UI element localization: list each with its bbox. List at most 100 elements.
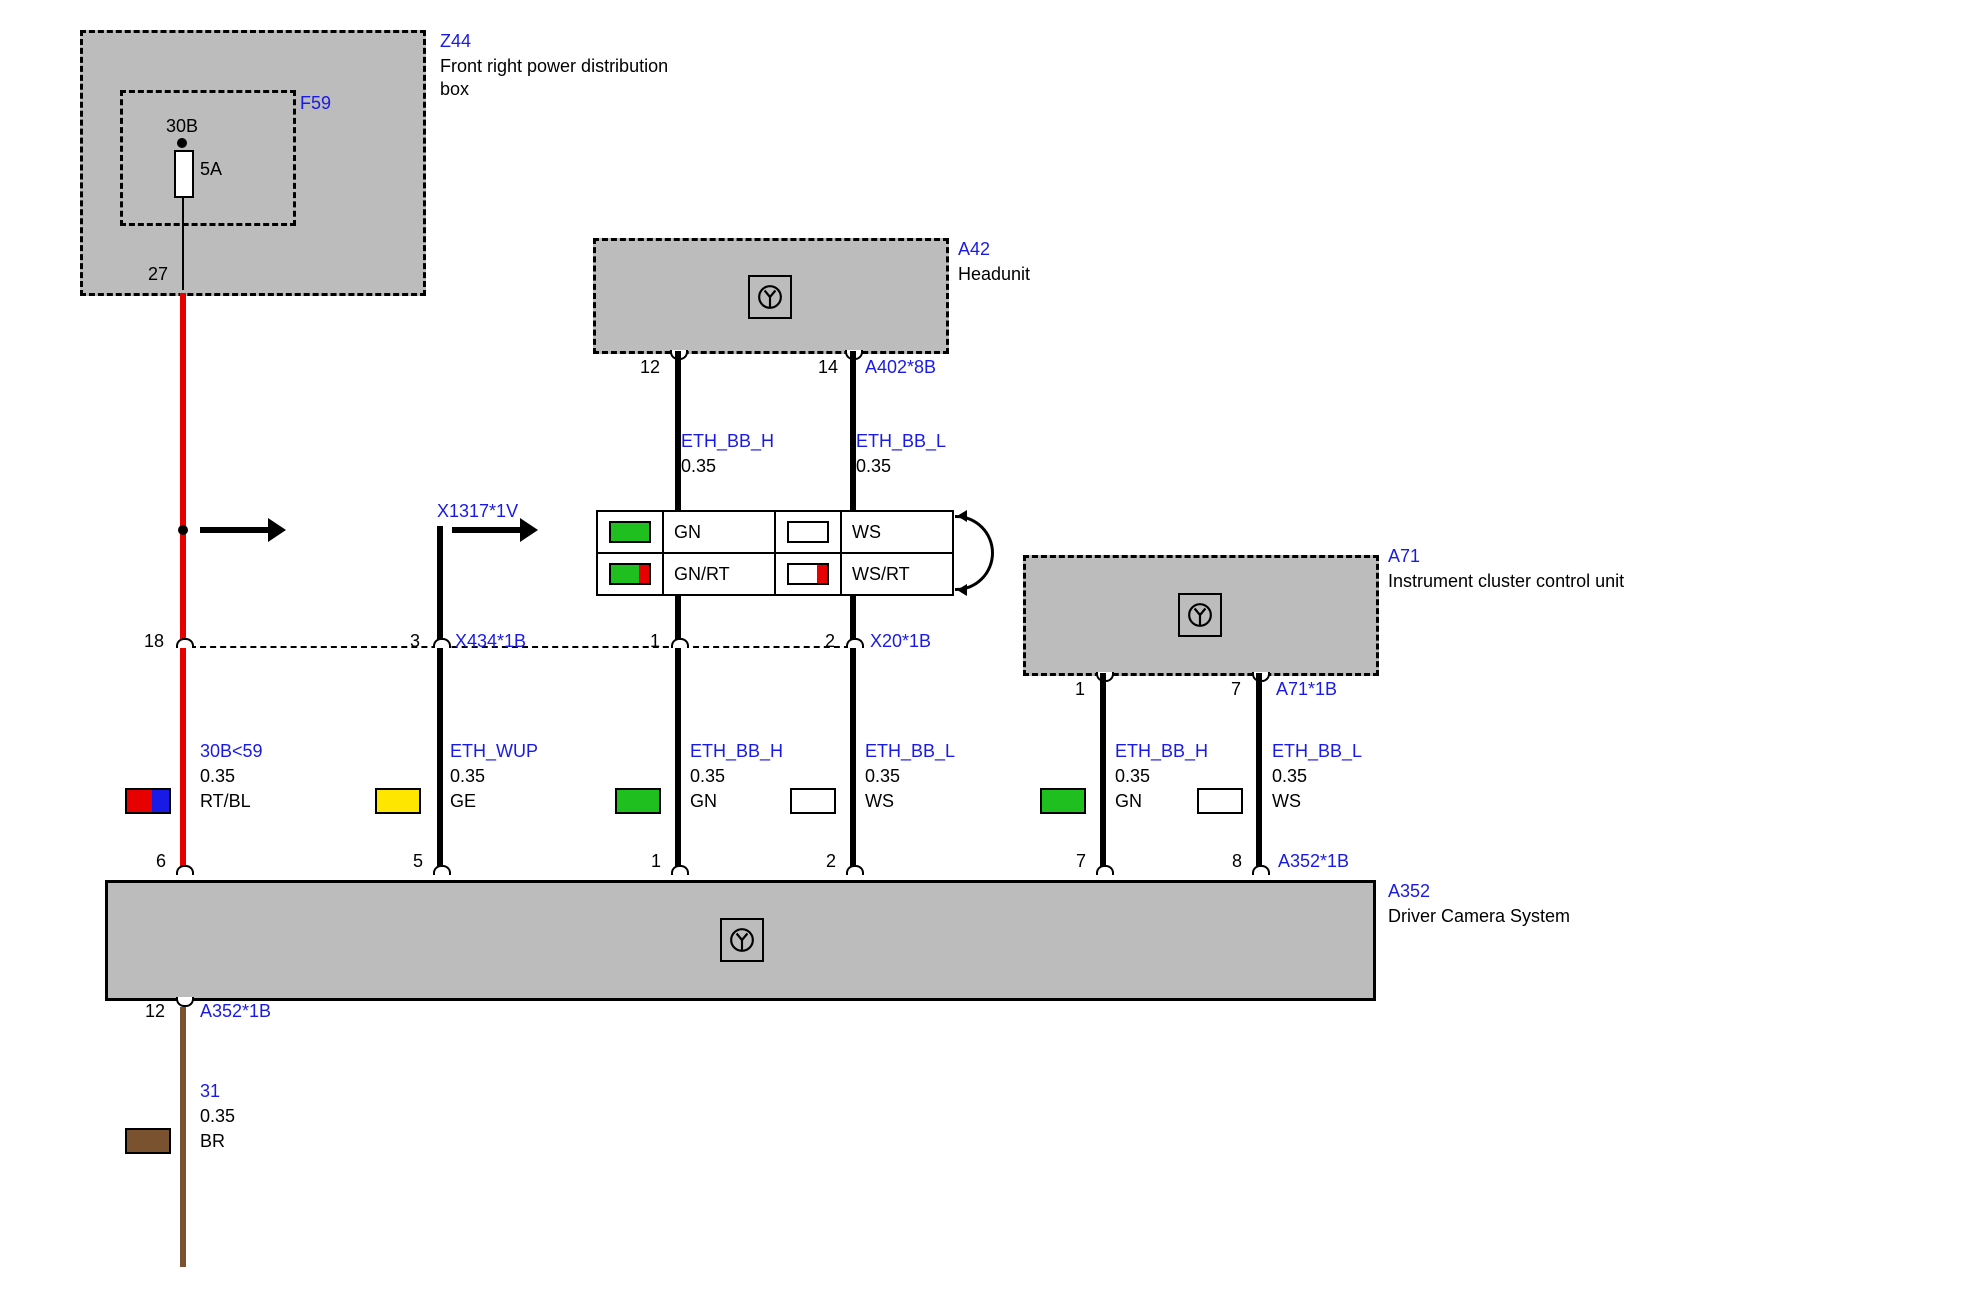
a42-id: A42 [958,238,990,261]
fuse-body [174,150,194,198]
lbl-gn: GN [664,512,776,552]
swatch-gnrt [609,563,651,585]
dcs-p6: 6 [156,850,166,873]
a352-name: Driver Camera System [1388,905,1570,928]
wire-h-lower [675,648,681,873]
wire-30b-power [180,293,186,873]
a71-pin7: 7 [1231,678,1241,701]
swatch-ge [375,788,421,814]
col-gn3: GN [1115,790,1142,813]
ga-wup: 0.35 [450,765,485,788]
z44-name: Front right power distribution box [440,55,668,100]
dcs-p2: 2 [826,850,836,873]
ga-h3: 0.35 [1115,765,1150,788]
col-ws3: WS [1272,790,1301,813]
pin-dcs-2 [846,865,864,875]
swatch-rtbl [125,788,171,814]
pin-dcs-6 [176,865,194,875]
col-ws2: WS [865,790,894,813]
a71-icon [1178,593,1222,637]
x434-pin3: 3 [410,630,420,653]
a352-conn-top: A352*1B [1278,850,1349,873]
pin-x434-18 [176,638,194,648]
z44-id: Z44 [440,30,471,53]
f59-terminal: 30B [166,115,198,138]
wire-ethwup-lower [437,648,443,873]
arrow-splice [200,527,280,533]
col-rtbl: RT/BL [200,790,251,813]
pin-27: 27 [148,263,168,286]
a71-pin1: 1 [1075,678,1085,701]
dcs-p5: 5 [413,850,423,873]
swatch-ws3 [1197,788,1243,814]
swatch-br [125,1128,171,1154]
pin-dcs-7 [1096,865,1114,875]
col-gn2: GN [690,790,717,813]
sig-h3: ETH_BB_H [1115,740,1208,763]
x20-id: X20*1B [870,630,931,653]
col-ge: GE [450,790,476,813]
swatch-gn [609,521,651,543]
pin-dcs-5 [433,865,451,875]
x434-id: X434*1B [455,630,526,653]
a42-pin12: 12 [640,356,660,379]
col-br: BR [200,1130,225,1153]
swatch-ws2 [790,788,836,814]
pin-dcs-12 [176,997,194,1007]
pin-x20-1 [671,638,689,648]
arrow-x1317 [452,527,532,533]
wire-ethwup-upper [437,526,443,646]
ga-h2: 0.35 [690,765,725,788]
f59-top-node [177,138,187,148]
x20-pin2: 2 [825,630,835,653]
a71-conn: A71*1B [1276,678,1337,701]
sig-l3: ETH_BB_L [1272,740,1362,763]
ga-l3: 0.35 [1272,765,1307,788]
pin-x434-3 [433,638,451,648]
lbl-ws: WS [842,512,952,552]
x20-pin1: 1 [650,630,660,653]
wire-a71-l [1256,673,1262,873]
twist-indicator [955,515,994,591]
swatch-wsrt [787,563,829,585]
sig-l2: ETH_BB_L [865,740,955,763]
dcs-p8: 8 [1232,850,1242,873]
swatch-ws [787,521,829,543]
sig-wup: ETH_WUP [450,740,538,763]
ga-31: 0.35 [200,1105,235,1128]
f59-id: F59 [300,92,331,115]
lbl-gnrt: GN/RT [664,554,776,594]
pin-x20-2 [846,638,864,648]
dcs-p1: 1 [651,850,661,873]
ga-ethbbh-top: 0.35 [681,455,716,478]
splice-node [178,525,188,535]
a352-conn-bot: A352*1B [200,1000,271,1023]
x1317-label: X1317*1V [437,500,518,523]
swatch-gn2 [615,788,661,814]
lbl-wsrt: WS/RT [842,554,952,594]
wire-fuse-to-pin27 [182,196,184,290]
ga-l2: 0.35 [865,765,900,788]
a42-icon [748,275,792,319]
a352-icon [720,918,764,962]
a42-pin14: 14 [818,356,838,379]
ga-ethbbl-top: 0.35 [856,455,891,478]
wire-l-lower [850,648,856,873]
sig-30b: 30B<59 [200,740,263,763]
wire-ground [180,1007,186,1267]
color-row-2: GN/RT WS/RT [598,554,952,594]
a71-name: Instrument cluster control unit [1388,570,1624,593]
a42-name: Headunit [958,263,1030,286]
wire-color-table: GN WS GN/RT WS/RT [596,510,954,596]
dcs-p7: 7 [1076,850,1086,873]
sig-31: 31 [200,1080,220,1103]
wiring-diagram: Z44 Front right power distribution box F… [0,0,1970,1289]
color-row-1: GN WS [598,512,952,554]
pin-dcs-8 [1252,865,1270,875]
swatch-gn3 [1040,788,1086,814]
x434-pin18: 18 [144,630,164,653]
a352-id: A352 [1388,880,1430,903]
sig-ethbbl-top: ETH_BB_L [856,430,946,453]
dcs-pin12: 12 [145,1000,165,1023]
ga-30b: 0.35 [200,765,235,788]
